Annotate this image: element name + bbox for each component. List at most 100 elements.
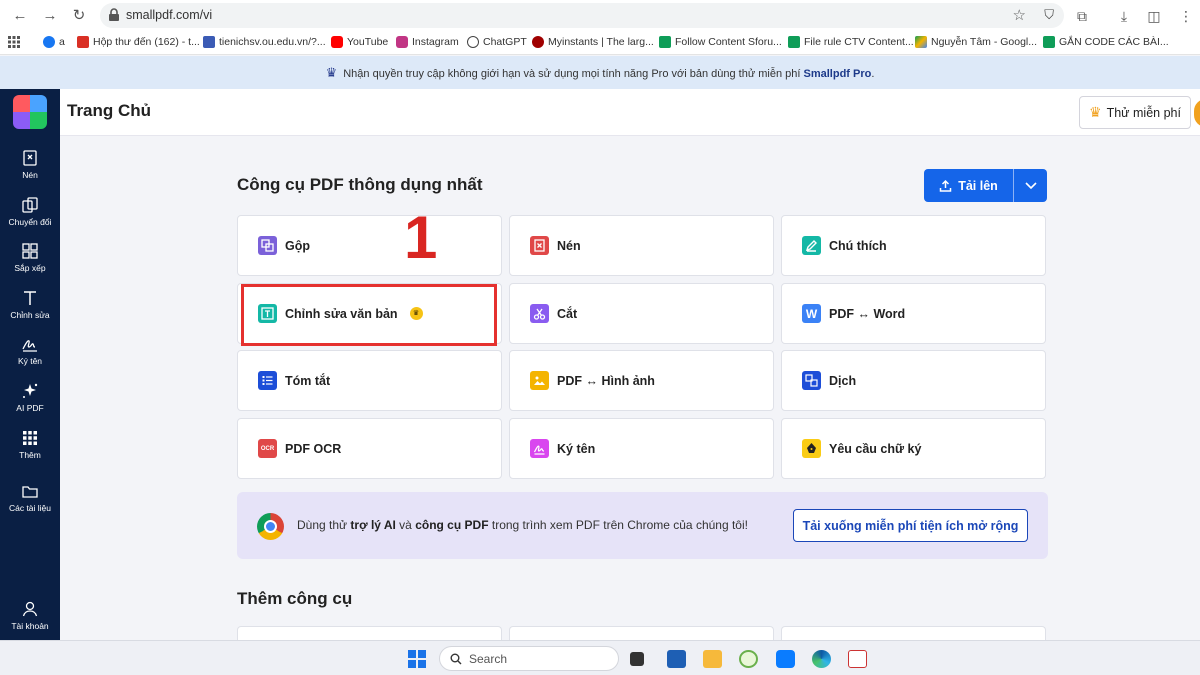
- organize-icon: [21, 242, 39, 260]
- url-text: smallpdf.com/vi: [126, 8, 213, 22]
- sidebar-item-edit[interactable]: Chỉnh sửa: [0, 289, 60, 320]
- folder-icon: [21, 482, 39, 500]
- facebook-icon: [43, 36, 55, 48]
- sidebar-item-documents[interactable]: Các tài liệu: [0, 482, 60, 513]
- tool-merge[interactable]: Gộp: [237, 215, 502, 276]
- sidebar-item-organize[interactable]: Sắp xếp: [0, 242, 60, 273]
- bookmark-item[interactable]: ChatGPT: [467, 36, 527, 48]
- address-bar[interactable]: smallpdf.com/vi ☆ ⛉: [100, 3, 1064, 28]
- upload-icon: [939, 179, 952, 192]
- file-explorer-icon[interactable]: [703, 650, 722, 668]
- tool-card[interactable]: [781, 626, 1046, 640]
- sheets-icon: [1043, 36, 1055, 48]
- sparkle-icon: [21, 382, 39, 400]
- convert-icon: [21, 196, 39, 214]
- coccoc-icon[interactable]: [739, 650, 758, 668]
- sidebar-item-more[interactable]: Thêm: [0, 429, 60, 460]
- sidebar-item-ai-pdf[interactable]: AI PDF: [0, 382, 60, 413]
- edge-icon[interactable]: [812, 650, 831, 668]
- chrome-extension-promo: Dùng thử trợ lý AI và công cụ PDF trong …: [237, 492, 1048, 559]
- store-icon[interactable]: [667, 650, 686, 668]
- sidebar-item-account[interactable]: Tài khoản: [0, 600, 60, 631]
- upload-dropdown-button[interactable]: [1014, 169, 1047, 202]
- taskbar-search[interactable]: Search: [439, 646, 619, 671]
- tool-sign[interactable]: Ký tên: [509, 418, 774, 479]
- reload-icon[interactable]: ↻: [69, 6, 89, 26]
- tool-summarize[interactable]: Tóm tắt: [237, 350, 502, 411]
- tool-card[interactable]: [237, 626, 502, 640]
- gmail-icon: [77, 36, 89, 48]
- sidebar-item-convert[interactable]: Chuyển đổi: [0, 196, 60, 227]
- taskbar: Search: [0, 640, 1200, 675]
- sheets-icon: [659, 36, 671, 48]
- tool-pdf-image[interactable]: PDF ↔ Hình ảnh: [509, 350, 774, 411]
- translate-icon: [802, 371, 821, 390]
- sidebar-item-compress[interactable]: Nén: [0, 149, 60, 180]
- sidepanel-icon[interactable]: ◫: [1144, 6, 1164, 26]
- bookmark-item[interactable]: Myinstants | The larg...: [532, 36, 654, 48]
- zalo-icon[interactable]: [776, 650, 795, 668]
- bookmarks-bar: a Hộp thư đến (162) - t... tienichsv.ou.…: [0, 31, 1200, 55]
- instagram-icon: [396, 36, 408, 48]
- shield-icon[interactable]: ⛉: [1044, 7, 1054, 23]
- free-trial-button[interactable]: ♛ Thử miễn phí: [1079, 96, 1191, 129]
- bookmark-item[interactable]: GẮN CODE CÁC BÀI...: [1043, 36, 1169, 48]
- page-title: Trang Chủ: [67, 101, 152, 120]
- bookmark-item[interactable]: Instagram: [396, 36, 459, 48]
- upload-button[interactable]: Tải lên: [924, 169, 1013, 202]
- bookmark-item[interactable]: Follow Content Sforu...: [659, 36, 782, 48]
- list-icon: [258, 371, 277, 390]
- download-extension-button[interactable]: Tải xuống miễn phí tiện ích mở rộng: [793, 509, 1028, 542]
- section-title: Công cụ PDF thông dụng nhất: [237, 175, 483, 194]
- sidebar-item-sign[interactable]: Ký tên: [0, 335, 60, 366]
- snipping-tool-icon[interactable]: [848, 650, 867, 668]
- compress-icon: [530, 236, 549, 255]
- forward-icon[interactable]: →: [40, 6, 60, 26]
- task-view-icon[interactable]: [630, 652, 644, 666]
- bookmark-item[interactable]: Hộp thư đến (162) - t...: [77, 36, 200, 48]
- upload-button-group: Tải lên: [924, 169, 1047, 202]
- image-icon: [530, 371, 549, 390]
- avatar[interactable]: [1194, 99, 1200, 127]
- chrome-icon: [257, 513, 284, 540]
- merge-icon: [258, 236, 277, 255]
- bookmark-item[interactable]: Nguyễn Tâm - Googl...: [915, 36, 1037, 48]
- tool-split[interactable]: Cắt: [509, 283, 774, 344]
- ocr-icon: OCR: [258, 439, 277, 458]
- bookmark-item[interactable]: File rule CTV Content...: [788, 36, 914, 48]
- scissors-icon: [530, 304, 549, 323]
- menu-icon[interactable]: ⋮: [1176, 6, 1196, 26]
- bookmark-star-icon[interactable]: ☆: [1013, 6, 1026, 24]
- tool-pdf-word[interactable]: W PDF ↔ Word: [781, 283, 1046, 344]
- page-header: Trang Chủ ♛ Thử miễn phí: [60, 89, 1200, 136]
- word-icon: W: [802, 304, 821, 323]
- back-icon[interactable]: ←: [10, 6, 30, 26]
- tool-compress[interactable]: Nén: [509, 215, 774, 276]
- tool-annotate[interactable]: Chú thích: [781, 215, 1046, 276]
- bookmark-item[interactable]: tienichsv.ou.edu.vn/?...: [203, 36, 326, 48]
- crown-icon: ♛: [1089, 104, 1102, 120]
- chrome-promo-text: Dùng thử trợ lý AI và công cụ PDF trong …: [297, 518, 748, 532]
- apps-icon[interactable]: [8, 36, 20, 48]
- bookmark-item[interactable]: a: [43, 36, 65, 48]
- extensions-icon[interactable]: ⧉: [1072, 6, 1092, 26]
- tool-pdf-ocr[interactable]: OCR PDF OCR: [237, 418, 502, 479]
- pen-nib-icon: [802, 439, 821, 458]
- drive-icon: [915, 36, 927, 48]
- tool-request-signature[interactable]: Yêu cầu chữ ký: [781, 418, 1046, 479]
- smallpdf-logo[interactable]: [13, 95, 47, 129]
- pro-promo-banner[interactable]: ♛ Nhận quyền truy cập không giới hạn và s…: [0, 56, 1200, 89]
- bookmark-item[interactable]: YouTube: [331, 36, 388, 48]
- windows-start-icon[interactable]: [408, 650, 426, 668]
- site-icon: [203, 36, 215, 48]
- highlight-box: [241, 284, 497, 346]
- tool-card[interactable]: [509, 626, 774, 640]
- myinstants-icon: [532, 36, 544, 48]
- compress-icon: [21, 149, 39, 167]
- more-tools-title: Thêm công cụ: [237, 589, 353, 608]
- edit-text-icon: [21, 289, 39, 307]
- download-icon[interactable]: ⤓: [1114, 6, 1134, 26]
- youtube-icon: [331, 36, 343, 48]
- tool-translate[interactable]: Dịch: [781, 350, 1046, 411]
- search-icon: [450, 653, 462, 664]
